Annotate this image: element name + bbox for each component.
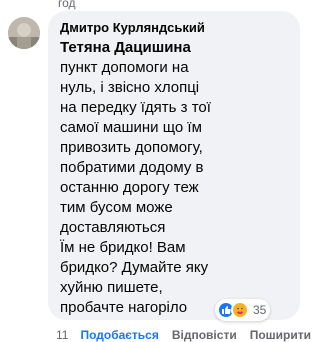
reaction-count: 35: [253, 303, 267, 317]
share-button[interactable]: Поширити: [250, 328, 311, 342]
mention-link[interactable]: Тетяна Дацишина: [60, 38, 288, 58]
comment-line: пункт допомоги на: [60, 59, 189, 76]
comment-line: нуль, і звісно хлопці: [60, 79, 200, 96]
comment-line: привозить допомогу,: [60, 139, 203, 156]
comment-line: самої машини що їм: [60, 119, 202, 136]
comment-line: останню дорогу теж: [60, 179, 199, 196]
reactions-summary[interactable]: 35: [215, 299, 271, 321]
comment-line: побратими додому в: [60, 159, 204, 176]
comment-text: Тетяна Дацишина пункт допомоги на нуль, …: [60, 38, 288, 318]
comment-line: хуйню пишете,: [60, 279, 163, 296]
care-icon: [231, 301, 249, 319]
comment-line: Їм не бридко! Вам: [60, 239, 186, 256]
comment-actions: 11 Подобається Відповісти Поширити: [56, 328, 311, 342]
comment-line: доставляються: [60, 219, 166, 236]
like-button[interactable]: Подобається: [80, 328, 158, 342]
comment-line: тим бусом може: [60, 199, 173, 216]
avatar[interactable]: [8, 17, 40, 49]
reply-button[interactable]: Відповісти: [172, 328, 237, 342]
previous-comment-time: год: [58, 0, 76, 10]
comment-author[interactable]: Дмитро Курляндський: [60, 19, 288, 36]
comment-line: на передку їдять з тої: [60, 99, 211, 116]
comment-line: бридко? Думайте яку: [60, 259, 209, 276]
comment-time[interactable]: 11: [56, 328, 68, 342]
comment-bubble: Дмитро Курляндський Тетяна Дацишина пунк…: [48, 11, 300, 320]
avatar-photo-icon: [8, 17, 40, 49]
